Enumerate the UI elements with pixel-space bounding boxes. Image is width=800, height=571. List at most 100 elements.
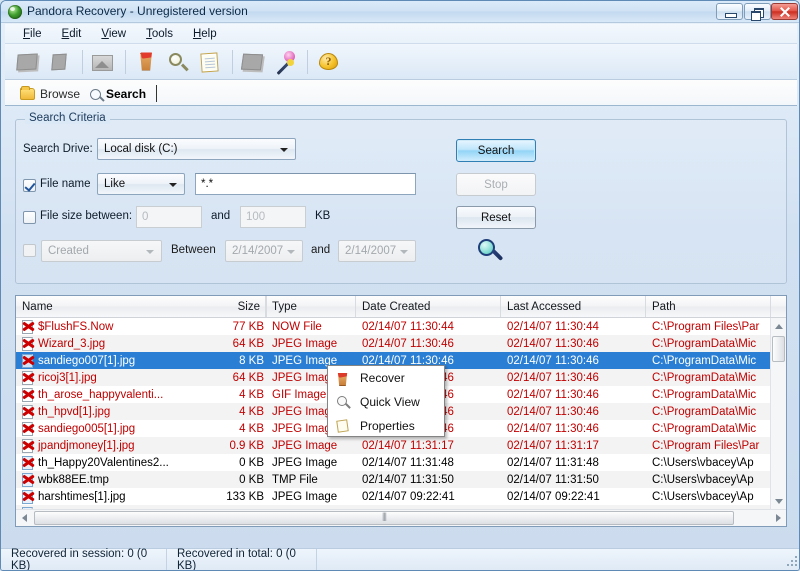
- file-size-checkbox[interactable]: [23, 211, 36, 224]
- date-from-select[interactable]: 2/14/2007: [225, 240, 303, 262]
- recover-bin-icon[interactable]: [131, 47, 161, 77]
- table-row[interactable]: Wizard_3.jpg 64 KB JPEG Image 02/14/07 11:3…: [16, 335, 770, 352]
- menu-tools[interactable]: Tools: [136, 26, 183, 42]
- file-name-input[interactable]: *.*: [195, 173, 416, 195]
- context-menu-item-properties[interactable]: Properties: [328, 414, 444, 438]
- file-size-max-input[interactable]: 100: [240, 206, 306, 228]
- table-cell-created: 02/14/07 11:30:46: [362, 337, 454, 350]
- properties-icon[interactable]: [195, 47, 225, 77]
- table-cell-path: C:\ProgramData\Mic: [652, 371, 757, 384]
- table-cell-accessed: 02/14/07 11:30:46: [507, 422, 599, 435]
- table-cell-size: 0 KB: [239, 473, 264, 486]
- file-name-match-select[interactable]: Like: [97, 173, 185, 195]
- menu-view[interactable]: View: [91, 26, 136, 42]
- file-name-checkbox[interactable]: [23, 179, 36, 192]
- results-list-header: Name Size Type Date Created Last Accesse…: [16, 296, 786, 318]
- tab-strip: Browse Search: [5, 80, 797, 106]
- context-menu-item-quick-view-label: Quick View: [360, 395, 420, 409]
- menu-edit[interactable]: Edit: [52, 26, 92, 42]
- window-title: Pandora Recovery - Unregistered version: [27, 4, 248, 18]
- table-cell-accessed: 02/14/07 11:31:50: [507, 473, 599, 486]
- table-cell-type: JPEG Image: [272, 439, 338, 452]
- table-cell-path: C:\ProgramData\Mic: [652, 422, 757, 435]
- deleted-file-icon: [22, 337, 35, 351]
- vertical-scroll-thumb[interactable]: [772, 336, 785, 362]
- date-from-value: 2/14/2007: [232, 245, 284, 257]
- toolbar-separator: [82, 49, 83, 74]
- menu-file[interactable]: File: [13, 26, 52, 42]
- horizontal-scrollbar[interactable]: [16, 509, 786, 526]
- minimize-button[interactable]: [716, 3, 743, 20]
- table-cell-path: C:\Program Files\Par: [652, 439, 760, 452]
- table-cell-created: 02/14/07 11:31:17: [362, 439, 454, 452]
- resize-grip[interactable]: [785, 554, 799, 568]
- stop-button[interactable]: Stop: [456, 173, 536, 196]
- maximize-button[interactable]: [744, 3, 771, 21]
- column-header-last-accessed[interactable]: Last Accessed: [501, 296, 646, 317]
- browse-back-icon[interactable]: [13, 47, 43, 77]
- table-cell-accessed: 02/14/07 11:30:46: [507, 337, 599, 350]
- context-menu[interactable]: Recover Quick View Properties: [327, 365, 445, 437]
- table-cell-path: C:\ProgramData\Mic: [652, 388, 757, 401]
- table-row[interactable]: jpandjmoney[1].jpg 0.9 KB JPEG Image 02/14/…: [16, 437, 770, 454]
- horizontal-scroll-thumb[interactable]: [34, 511, 734, 525]
- table-cell-size: 64 KB: [232, 371, 264, 384]
- table-cell-accessed: 02/14/07 11:30:46: [507, 388, 599, 401]
- table-cell-size: 0.9 KB: [229, 439, 264, 452]
- context-menu-item-properties-label: Properties: [360, 419, 415, 433]
- deleted-file-icon: [22, 320, 35, 334]
- table-cell-accessed: 02/14/07 11:31:17: [507, 439, 599, 452]
- date-field-value: Created: [48, 245, 89, 257]
- big-magnifier-icon: [478, 239, 504, 265]
- tab-browse[interactable]: Browse: [11, 82, 89, 106]
- search-drive-label: Search Drive:: [23, 143, 93, 155]
- table-row[interactable]: wbk88EE.tmp 0 KB TMP File 02/14/07 11:31:50…: [16, 471, 770, 488]
- wizard-wand-icon[interactable]: [270, 47, 300, 77]
- date-and-label: and: [311, 244, 331, 256]
- table-row[interactable]: th_Happy20Valentines2... 0 KB JPEG Image 02…: [16, 454, 770, 471]
- scroll-up-icon[interactable]: [771, 318, 786, 334]
- help-icon[interactable]: [313, 47, 343, 77]
- browse-forward-icon[interactable]: [45, 47, 75, 77]
- column-header-date-created[interactable]: Date Created: [356, 296, 501, 317]
- file-size-min-input[interactable]: 0: [136, 206, 202, 228]
- tab-search[interactable]: Search: [81, 82, 158, 106]
- table-cell-accessed: 02/14/07 09:22:41: [507, 490, 600, 503]
- search-drive-value: Local disk (C:): [104, 143, 178, 155]
- vertical-scrollbar[interactable]: [770, 318, 786, 509]
- context-menu-item-quick-view[interactable]: Quick View: [328, 390, 444, 414]
- date-field-select[interactable]: Created: [41, 240, 162, 262]
- status-recovered-total: Recovered in total: 0 (0 KB): [167, 548, 317, 570]
- recover-bin-icon: [335, 370, 351, 386]
- context-menu-item-recover[interactable]: Recover: [328, 366, 444, 390]
- column-header-size[interactable]: Size: [196, 296, 266, 317]
- table-cell-type: JPEG Image: [272, 456, 338, 469]
- reset-button[interactable]: Reset: [456, 206, 536, 229]
- surface-scan-icon[interactable]: [238, 47, 268, 77]
- table-cell-size: 4 KB: [239, 405, 264, 418]
- search-button[interactable]: Search: [456, 139, 536, 162]
- toolbar-separator: [232, 49, 233, 74]
- column-header-path[interactable]: Path: [646, 296, 771, 317]
- close-button[interactable]: [771, 3, 798, 20]
- scroll-right-icon[interactable]: [770, 510, 786, 526]
- table-cell-accessed: 02/14/07 11:30:44: [507, 320, 599, 333]
- table-row[interactable]: $FlushFS.Now 77 KB NOW File 02/14/07 11:30:…: [16, 318, 770, 335]
- column-header-type[interactable]: Type: [266, 296, 356, 317]
- table-row[interactable]: harshtimes[1].jpg 133 KB JPEG Image 02/14/0…: [16, 488, 770, 505]
- preview-image-icon[interactable]: [88, 47, 118, 77]
- deleted-file-icon: [22, 405, 35, 419]
- date-to-select[interactable]: 2/14/2007: [338, 240, 416, 262]
- table-cell-accessed: 02/14/07 11:31:48: [507, 456, 599, 469]
- deleted-file-icon: [22, 354, 35, 368]
- date-filter-checkbox[interactable]: [23, 244, 36, 257]
- table-cell-size: 4 KB: [239, 422, 264, 435]
- search-drive-select[interactable]: Local disk (C:): [97, 138, 296, 160]
- folder-icon: [20, 86, 35, 100]
- quick-view-icon[interactable]: [163, 47, 193, 77]
- table-cell-size: 0 KB: [239, 456, 264, 469]
- table-cell-path: C:\Program Files\Par: [652, 320, 760, 333]
- scroll-down-icon[interactable]: [771, 493, 786, 509]
- scroll-left-icon[interactable]: [16, 510, 32, 526]
- menu-help[interactable]: Help: [183, 26, 227, 42]
